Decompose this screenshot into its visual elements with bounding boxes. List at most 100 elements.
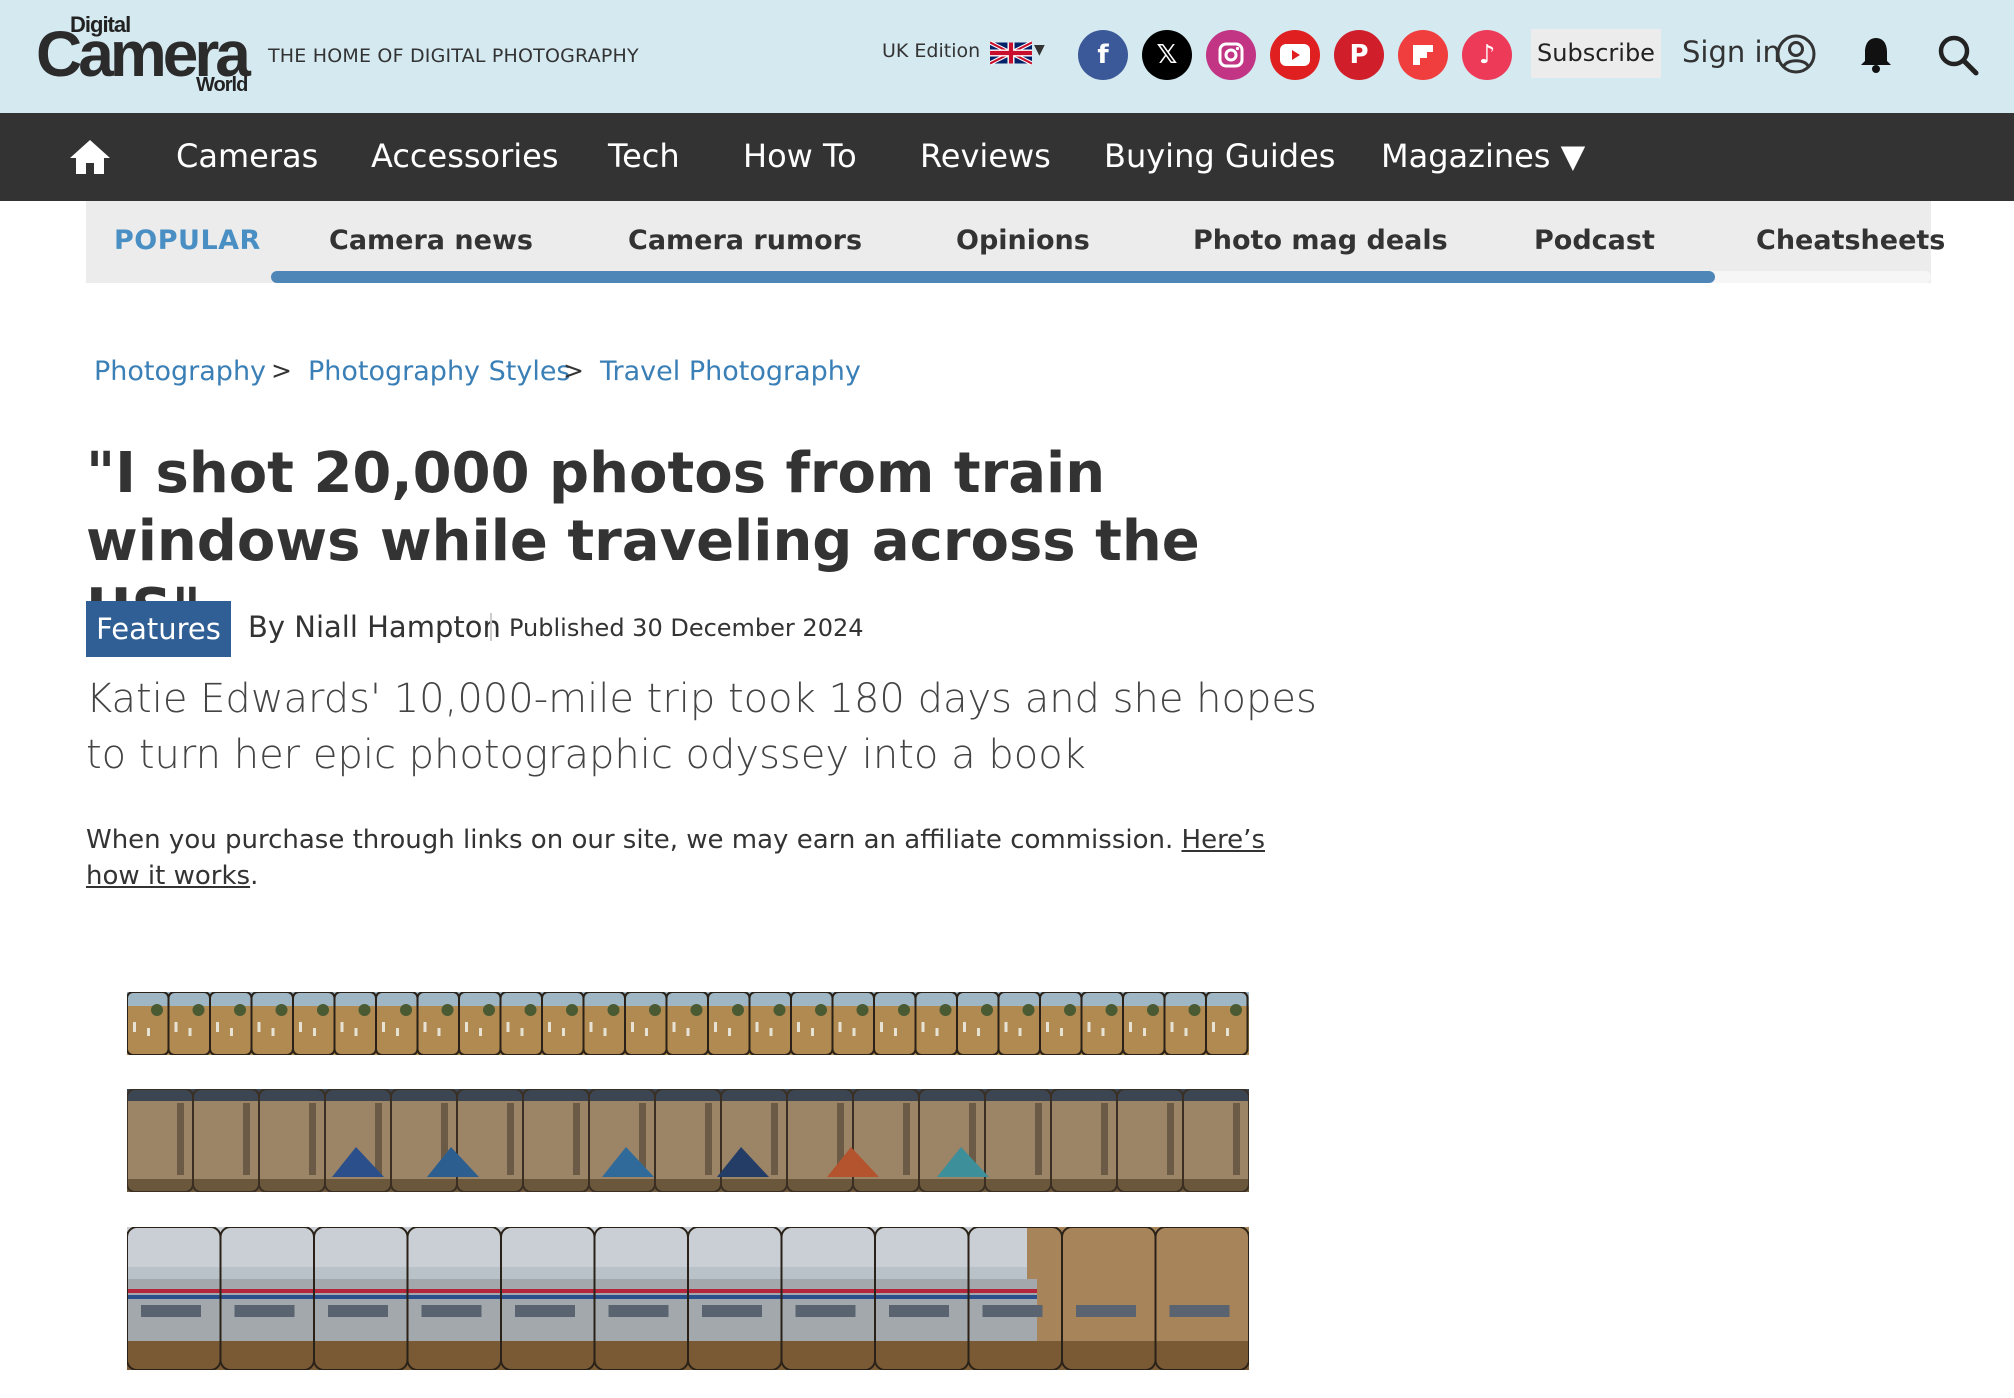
tree-canopy (815, 1004, 827, 1016)
grave-marker (631, 1022, 634, 1032)
edition-label[interactable]: UK Edition (882, 40, 980, 62)
photo-strip-train (127, 1227, 1249, 1370)
publish-date: Published 30 December 2024 (509, 614, 864, 642)
grave-marker (589, 1022, 593, 1032)
tree-canopy (732, 1004, 744, 1016)
popular-item-camera-rumors[interactable]: Camera rumors (628, 225, 862, 256)
instagram-icon[interactable] (1206, 30, 1256, 80)
train-stripe-red (127, 1289, 1037, 1293)
tree-canopy (1064, 1004, 1076, 1016)
grave-marker (230, 1028, 233, 1036)
train-window (234, 1305, 295, 1317)
tree-canopy (317, 1004, 329, 1016)
logo-world: World (196, 74, 248, 96)
popular-item-camera-news[interactable]: Camera news (329, 225, 533, 256)
breadcrumb-photography[interactable]: Photography (94, 356, 266, 387)
grave-marker (1129, 1022, 1132, 1032)
tree-canopy (939, 1004, 952, 1016)
edition-caret-icon[interactable]: ▼ (1034, 42, 1045, 58)
x-icon[interactable]: 𝕏 (1142, 30, 1192, 80)
grave-marker (769, 1028, 773, 1036)
popular-item-photo-mag-deals[interactable]: Photo mag deals (1193, 225, 1448, 256)
breadcrumb-separator: > (271, 356, 292, 385)
grave-marker (1060, 1028, 1063, 1036)
grave-marker (645, 1028, 648, 1036)
grave-marker (1087, 1022, 1091, 1032)
flipboard-icon[interactable] (1398, 30, 1448, 80)
nav-tech[interactable]: Tech (608, 137, 680, 175)
popular-item-opinions[interactable]: Opinions (956, 225, 1090, 256)
nav-accessories[interactable]: Accessories (371, 137, 559, 175)
grave-marker (977, 1028, 980, 1036)
grave-marker (686, 1028, 690, 1036)
tree-canopy (192, 1004, 205, 1016)
grave-marker (313, 1028, 316, 1036)
grave-marker (921, 1022, 925, 1032)
grave-marker (174, 1022, 178, 1032)
article-byline[interactable]: By Niall Hampton (248, 610, 501, 644)
nav-reviews[interactable]: Reviews (920, 137, 1051, 175)
signin-link[interactable]: Sign in (1682, 35, 1781, 69)
grave-marker (437, 1028, 441, 1036)
wall-pillar (1035, 1103, 1042, 1175)
train-window (515, 1305, 575, 1317)
tree-canopy (1147, 1004, 1159, 1016)
popular-item-podcast[interactable]: Podcast (1534, 225, 1655, 256)
pinterest-icon[interactable]: P (1334, 30, 1384, 80)
wall-surface (127, 1089, 1249, 1192)
site-logo[interactable]: Digital Camera World (36, 12, 254, 98)
uk-flag-icon[interactable] (990, 38, 1032, 68)
grave-marker (1184, 1028, 1188, 1036)
category-tag[interactable]: Features (86, 601, 231, 657)
grave-marker (935, 1028, 939, 1036)
breadcrumb-travel-photography[interactable]: Travel Photography (600, 356, 861, 387)
grave-marker (1046, 1022, 1049, 1032)
search-icon[interactable] (1936, 33, 1980, 77)
wall-pillar (1101, 1103, 1108, 1175)
wall-pillar (177, 1103, 184, 1175)
tiktok-icon[interactable]: ♪ (1462, 30, 1512, 80)
notification-bell-icon[interactable] (1857, 34, 1895, 74)
grave-marker (894, 1028, 897, 1036)
train-window (889, 1305, 949, 1317)
photo-strip-desert (127, 992, 1249, 1055)
breadcrumb-photography-styles[interactable]: Photography Styles (308, 356, 571, 387)
train-window (1076, 1305, 1136, 1317)
subscribe-button[interactable]: Subscribe (1531, 29, 1661, 78)
home-icon[interactable] (68, 137, 112, 177)
grave-marker (1018, 1028, 1022, 1036)
train-window (702, 1305, 762, 1317)
train-window (421, 1305, 482, 1317)
nav-how-to[interactable]: How To (743, 137, 857, 175)
grave-marker (852, 1028, 856, 1036)
user-icon[interactable] (1775, 33, 1817, 75)
grave-marker (216, 1022, 219, 1032)
tree-canopy (1230, 1004, 1242, 1016)
train-window (141, 1305, 201, 1317)
nav-magazines[interactable]: Magazines ▼ (1381, 137, 1585, 175)
popular-item-cheatsheets[interactable]: Cheatsheets (1756, 225, 1945, 256)
affiliate-disclosure: When you purchase through links on our s… (86, 822, 1286, 894)
tree-canopy (898, 1004, 910, 1016)
tree-canopy (400, 1004, 412, 1016)
youtube-icon[interactable] (1270, 30, 1320, 80)
grave-marker (1004, 1022, 1008, 1032)
tree-canopy (358, 1004, 371, 1016)
tree-canopy (151, 1004, 163, 1016)
grave-marker (188, 1028, 192, 1036)
train-window (608, 1305, 669, 1317)
popular-scroll-thumb[interactable] (271, 271, 1715, 283)
wall-top (127, 1089, 1249, 1101)
grave-marker (520, 1028, 524, 1036)
grave-marker (423, 1022, 427, 1032)
tree-canopy (1105, 1004, 1118, 1016)
tree-canopy (607, 1004, 620, 1016)
grave-marker (1143, 1028, 1146, 1036)
nav-cameras[interactable]: Cameras (176, 137, 318, 175)
facebook-icon[interactable]: f (1078, 30, 1128, 80)
nav-buying-guides[interactable]: Buying Guides (1104, 137, 1335, 175)
article-standfirst: Katie Edwards' 10,000-mile trip took 180… (86, 676, 1317, 778)
train-window (328, 1305, 388, 1317)
tree-canopy (441, 1004, 454, 1016)
grave-marker (963, 1022, 966, 1032)
